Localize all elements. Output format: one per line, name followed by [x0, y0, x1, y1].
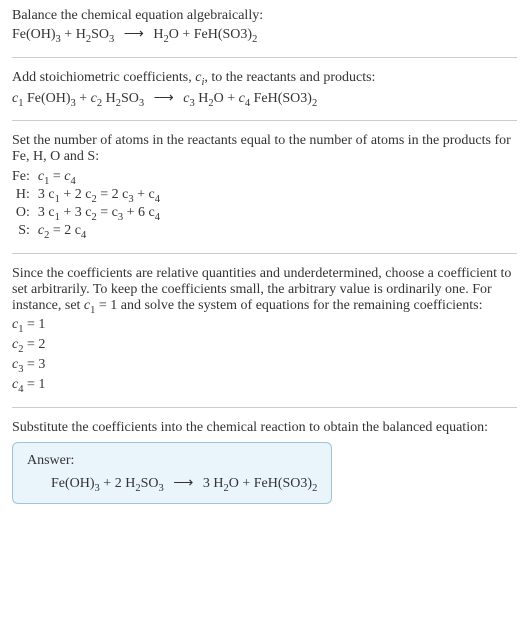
atoms-section: Set the number of atoms in the reactants…: [12, 133, 517, 240]
sol-2: c2 = 2: [12, 337, 517, 355]
answer-label: Answer:: [27, 453, 317, 469]
ue-r1t: O: [169, 27, 179, 42]
se-f4s: 2: [312, 97, 317, 108]
be-arrow: ⟶: [167, 476, 199, 491]
title: Balance the chemical equation algebraica…: [12, 8, 517, 24]
stoich-intro-t: Add stoichiometric coefficients,: [12, 70, 195, 85]
el-o: O:: [12, 205, 38, 223]
eq-fe: c1 = c4: [38, 169, 160, 187]
divider: [12, 120, 517, 121]
unbalanced-equation: Fe(OH)3 + H2SO3 ⟶ H2O + FeH(SO3)2: [12, 26, 517, 45]
atoms-table: Fe: c1 = c4 H: 3 c1 + 2 c2 = 2 c3 + c4 O…: [12, 169, 160, 240]
underdet-section: Since the coefficients are relative quan…: [12, 266, 517, 395]
se-f3: H: [198, 91, 208, 106]
ue-l2ts: 3: [109, 34, 114, 45]
ue-r2s: 2: [252, 34, 257, 45]
sol-3: c3 = 3: [12, 357, 517, 375]
atoms-row-h: H: 3 c1 + 2 c2 = 2 c3 + c4: [12, 187, 160, 205]
se-f1s: 3: [71, 97, 76, 108]
divider: [12, 57, 517, 58]
plus: +: [103, 476, 114, 491]
atoms-row-s: S: c2 = 2 c4: [12, 223, 160, 241]
se-f2t: SO: [121, 91, 139, 106]
se-arrow: ⟶: [148, 91, 180, 106]
plus: +: [182, 27, 193, 42]
divider: [12, 253, 517, 254]
se-c3s: 3: [189, 97, 194, 108]
atoms-row-fe: Fe: c1 = c4: [12, 169, 160, 187]
ue-r1f: H: [153, 27, 163, 42]
eq-s: c2 = 2 c4: [38, 223, 160, 241]
divider: [12, 407, 517, 408]
ue-l1s: 3: [56, 34, 61, 45]
substitute-text: Substitute the coefficients into the che…: [12, 420, 517, 436]
atoms-row-o: O: 3 c1 + 3 c2 = c3 + 6 c4: [12, 205, 160, 223]
stoich-intro: Add stoichiometric coefficients, ci, to …: [12, 70, 517, 88]
plus: +: [79, 91, 90, 106]
ue-l2t: SO: [91, 27, 109, 42]
se-c1s: 1: [18, 97, 23, 108]
plus: +: [242, 476, 253, 491]
answer-box: Answer: Fe(OH)3 + 2 H2SO3 ⟶ 3 H2O + FeH(…: [12, 442, 332, 505]
se-f3t: O: [214, 91, 224, 106]
atoms-intro: Set the number of atoms in the reactants…: [12, 133, 517, 165]
stoich-equation: c1 Fe(OH)3 + c2 H2SO3 ⟶ c3 H2O + c4 FeH(…: [12, 90, 517, 109]
stoich-section: Add stoichiometric coefficients, ci, to …: [12, 70, 517, 109]
se-f2: H: [106, 91, 116, 106]
underdet-text: Since the coefficients are relative quan…: [12, 266, 517, 316]
arrow: ⟶: [118, 27, 150, 42]
el-fe: Fe:: [12, 169, 38, 187]
substitute-section: Substitute the coefficients into the che…: [12, 420, 517, 505]
se-c4s: 4: [245, 97, 250, 108]
balanced-equation: Fe(OH)3 + 2 H2SO3 ⟶ 3 H2O + FeH(SO3)2: [27, 475, 317, 494]
se-f1: Fe(OH): [27, 91, 71, 106]
sol-1: c1 = 1: [12, 317, 517, 335]
stoich-intro-tail: , to the reactants and products:: [204, 70, 375, 85]
el-s: S:: [12, 223, 38, 241]
se-f2ts: 3: [139, 97, 144, 108]
ue-r2f: FeH(SO3): [194, 27, 252, 42]
se-c2s: 2: [97, 97, 102, 108]
eq-h: 3 c1 + 2 c2 = 2 c3 + c4: [38, 187, 160, 205]
title-section: Balance the chemical equation algebraica…: [12, 8, 517, 45]
plus: +: [227, 91, 238, 106]
ue-l2f: H: [76, 27, 86, 42]
el-h: H:: [12, 187, 38, 205]
sol-4: c4 = 1: [12, 377, 517, 395]
eq-o: 3 c1 + 3 c2 = c3 + 6 c4: [38, 205, 160, 223]
plus: +: [64, 27, 75, 42]
se-f4: FeH(SO3): [254, 91, 312, 106]
ue-l1f: Fe(OH): [12, 27, 56, 42]
